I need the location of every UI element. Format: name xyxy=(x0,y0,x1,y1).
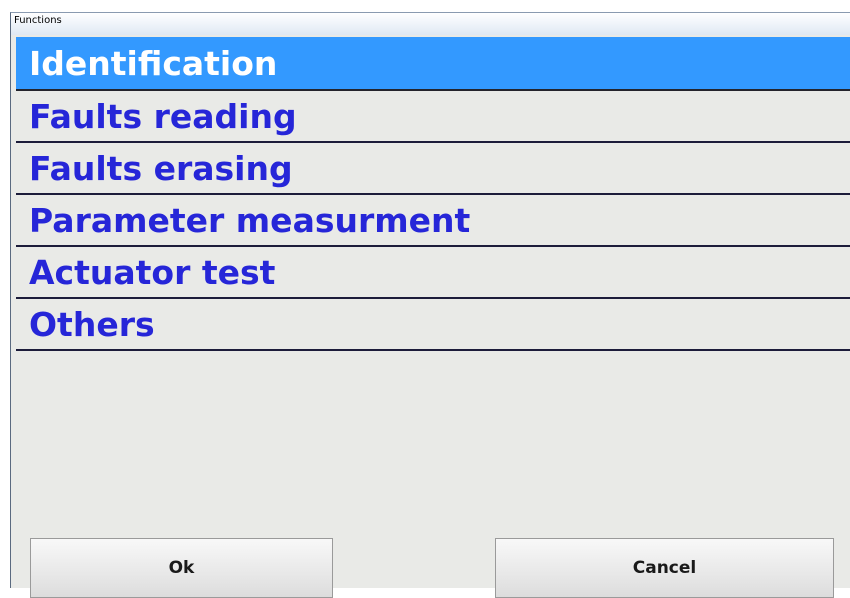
dialog-body: Identification Faults reading Faults era… xyxy=(11,35,850,598)
window-title: Functions xyxy=(14,15,62,26)
list-item-identification[interactable]: Identification xyxy=(16,37,850,91)
list-item-parameter-measurement[interactable]: Parameter measurment xyxy=(16,195,850,247)
functions-list: Identification Faults reading Faults era… xyxy=(16,37,850,351)
cancel-button[interactable]: Cancel xyxy=(495,538,834,598)
list-item-faults-erasing[interactable]: Faults erasing xyxy=(16,143,850,195)
list-item-actuator-test[interactable]: Actuator test xyxy=(16,247,850,299)
functions-window: Functions Identification Faults reading … xyxy=(10,12,850,598)
title-bar[interactable]: Functions xyxy=(11,13,850,36)
list-item-faults-reading[interactable]: Faults reading xyxy=(16,91,850,143)
ok-button[interactable]: Ok xyxy=(30,538,333,598)
list-item-others[interactable]: Others xyxy=(16,299,850,351)
